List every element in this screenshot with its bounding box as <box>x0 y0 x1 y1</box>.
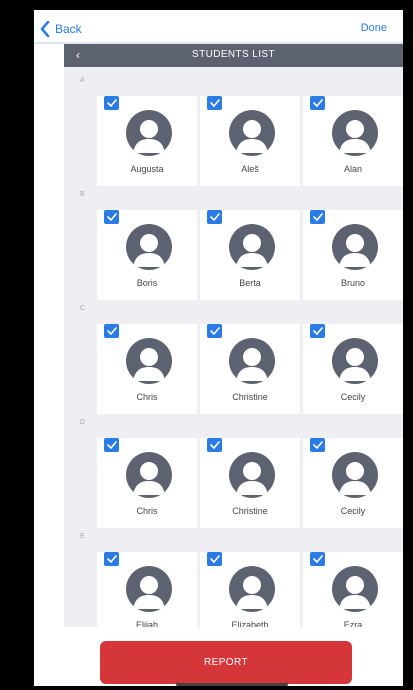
student-card[interactable]: Chris <box>97 324 197 414</box>
student-card[interactable]: Elijah <box>97 552 197 627</box>
student-name: Aleš <box>241 164 259 174</box>
student-name: Cecily <box>340 506 366 516</box>
checkmark-icon[interactable] <box>207 438 222 452</box>
phone-frame: Back Done ‹ STUDENTS LIST A Augusta Aleš Al… <box>14 6 403 690</box>
checkmark-icon[interactable] <box>310 324 325 338</box>
checkmark-icon[interactable] <box>207 96 222 110</box>
user-avatar-icon <box>126 338 172 384</box>
checkmark-icon[interactable] <box>104 324 119 338</box>
page-title: STUDENTS LIST <box>192 49 275 60</box>
user-avatar-icon <box>229 338 275 384</box>
checkmark-icon[interactable] <box>310 552 325 566</box>
report-button[interactable]: REPORT <box>100 641 352 684</box>
student-card[interactable]: Aleš <box>200 96 300 186</box>
student-name: Augusta <box>130 164 164 174</box>
students-grid[interactable]: A Augusta Aleš Alan B Boris Berta Bruno C Chris Ch… <box>64 67 403 627</box>
student-card[interactable]: Christine <box>200 324 300 414</box>
student-name: Elijah <box>135 620 158 627</box>
user-avatar-icon <box>332 566 378 612</box>
checkmark-icon[interactable] <box>310 438 325 452</box>
checkmark-icon[interactable] <box>104 96 119 110</box>
students-list-header: ‹ STUDENTS LIST <box>64 44 403 67</box>
section-letter: E <box>80 533 85 540</box>
user-avatar-icon <box>126 110 172 156</box>
student-name: Elizabeth <box>231 620 269 627</box>
student-name: Berta <box>239 278 261 288</box>
checkmark-icon[interactable] <box>207 210 222 224</box>
user-avatar-icon <box>332 338 378 384</box>
student-card[interactable]: Ezra <box>303 552 403 627</box>
user-avatar-icon <box>229 452 275 498</box>
back-button[interactable]: Back <box>40 18 82 40</box>
footer: REPORT <box>34 627 403 686</box>
checkmark-icon[interactable] <box>310 210 325 224</box>
student-card[interactable]: Cecily <box>303 438 403 528</box>
student-card[interactable]: Chris <box>97 438 197 528</box>
user-avatar-icon <box>332 452 378 498</box>
student-card[interactable]: Alan <box>303 96 403 186</box>
user-avatar-icon <box>229 110 275 156</box>
checkmark-icon[interactable] <box>104 438 119 452</box>
chevron-left-icon <box>40 21 50 37</box>
student-name: Ezra <box>343 620 363 627</box>
checkmark-icon[interactable] <box>104 210 119 224</box>
student-card[interactable]: Elizabeth <box>200 552 300 627</box>
section-letter: B <box>80 191 85 198</box>
student-card[interactable]: Berta <box>200 210 300 300</box>
student-name: Christine <box>232 506 268 516</box>
user-avatar-icon <box>126 224 172 270</box>
user-avatar-icon <box>126 452 172 498</box>
user-avatar-icon <box>229 566 275 612</box>
student-name: Christine <box>232 392 268 402</box>
checkmark-icon[interactable] <box>207 324 222 338</box>
section-letter: C <box>80 305 86 312</box>
student-card[interactable]: Christine <box>200 438 300 528</box>
section-letter: A <box>80 77 85 84</box>
student-name: Cecily <box>340 392 366 402</box>
student-card[interactable]: Augusta <box>97 96 197 186</box>
student-card[interactable]: Bruno <box>303 210 403 300</box>
student-name: Chris <box>136 506 158 516</box>
section-letter: D <box>80 419 86 426</box>
user-avatar-icon <box>332 224 378 270</box>
student-name: Bruno <box>340 278 366 288</box>
user-avatar-icon <box>126 566 172 612</box>
student-card[interactable]: Cecily <box>303 324 403 414</box>
back-button-label: Back <box>55 22 82 36</box>
checkmark-icon[interactable] <box>104 552 119 566</box>
checkmark-icon[interactable] <box>310 96 325 110</box>
student-card[interactable]: Boris <box>97 210 197 300</box>
user-avatar-icon <box>229 224 275 270</box>
student-name: Boris <box>136 278 158 288</box>
student-name: Chris <box>136 392 158 402</box>
user-avatar-icon <box>332 110 378 156</box>
app-screen: Back Done ‹ STUDENTS LIST A Augusta Aleš Al… <box>34 10 403 686</box>
checkmark-icon[interactable] <box>207 552 222 566</box>
done-button[interactable]: Done <box>361 22 387 34</box>
top-nav-bar: Back Done <box>34 10 403 46</box>
student-name: Alan <box>343 164 362 174</box>
home-indicator <box>176 683 288 686</box>
